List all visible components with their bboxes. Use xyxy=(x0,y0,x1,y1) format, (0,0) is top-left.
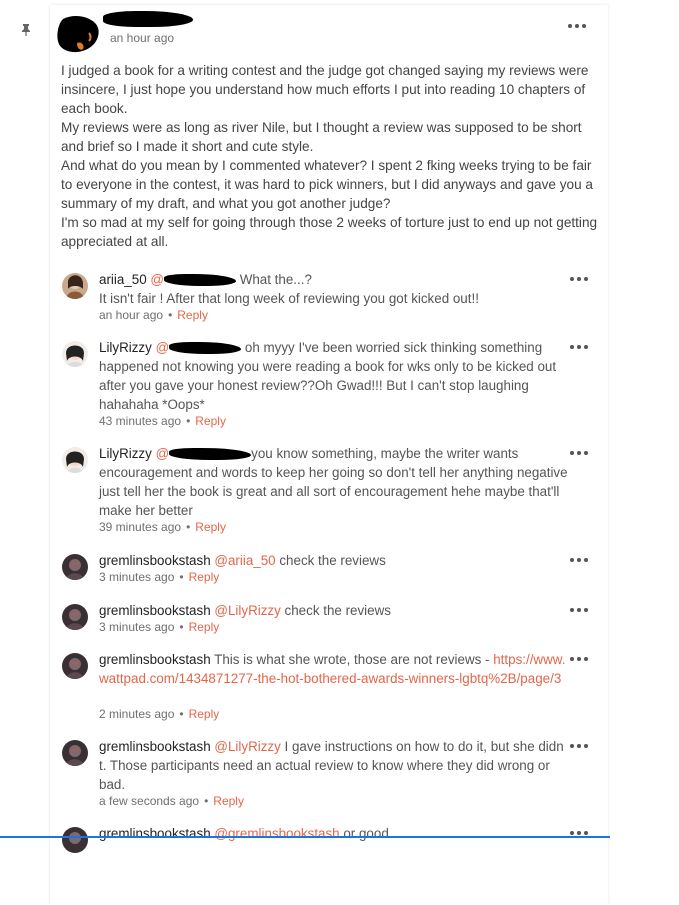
meta-separator: • xyxy=(186,520,191,534)
meta-separator: • xyxy=(186,414,191,428)
avatar[interactable] xyxy=(62,827,88,853)
redacted-mention xyxy=(169,448,252,461)
comment-meta: a few seconds ago • Reply xyxy=(99,794,244,808)
comment-more-options-icon[interactable] xyxy=(570,344,588,350)
comment-text: LilyRizzy @ oh myyy I've been worried si… xyxy=(99,338,569,414)
comment-text: gremlinsbookstash @ariia_50 check the re… xyxy=(99,551,569,570)
comment-mention[interactable]: @LilyRizzy xyxy=(214,739,280,754)
comment-meta: 3 minutes ago • Reply xyxy=(99,570,219,584)
meta-separator: • xyxy=(168,308,173,322)
comment-mention[interactable]: @ xyxy=(150,272,164,287)
comment-body: or good xyxy=(339,826,389,841)
comment-more-options-icon[interactable] xyxy=(570,743,588,749)
comment-username[interactable]: LilyRizzy xyxy=(99,446,152,461)
comment-username[interactable]: gremlinsbookstash xyxy=(99,826,211,841)
comment-meta: 39 minutes ago • Reply xyxy=(99,520,226,534)
comment-username[interactable]: gremlinsbookstash xyxy=(99,739,211,754)
reply-button[interactable]: Reply xyxy=(189,570,220,584)
comment-mention[interactable]: @ariia_50 xyxy=(214,553,275,568)
comment-username[interactable]: gremlinsbookstash xyxy=(99,652,211,667)
comment-body: This is what she wrote, those are not re… xyxy=(210,652,494,667)
comment-meta: 3 minutes ago • Reply xyxy=(99,620,219,634)
comment-text: gremlinsbookstash @LilyRizzy I gave inst… xyxy=(99,737,569,794)
reply-button[interactable]: Reply xyxy=(189,620,220,634)
comment-more-options-icon[interactable] xyxy=(570,450,588,456)
comment-timestamp: a few seconds ago xyxy=(99,794,200,808)
avatar[interactable] xyxy=(62,604,88,630)
reply-button[interactable]: Reply xyxy=(213,794,244,808)
comment-timestamp: 43 minutes ago xyxy=(99,414,182,428)
comment-mention[interactable]: @gremlinsbookstash xyxy=(214,826,339,841)
reply-button[interactable]: Reply xyxy=(195,414,226,428)
comment-text: LilyRizzy @ you know something, maybe the… xyxy=(99,444,569,520)
main-more-options-icon[interactable] xyxy=(568,23,586,29)
comment-text: gremlinsbookstash This is what she wrote… xyxy=(99,650,569,688)
meta-separator: • xyxy=(179,620,184,634)
avatar[interactable] xyxy=(62,653,88,679)
comment-meta: an hour ago • Reply xyxy=(99,308,208,322)
comment-mention[interactable]: @ xyxy=(156,340,170,355)
comment-text: ariia_50 @ What the...? It isn't fair ! … xyxy=(99,270,569,308)
comment-text: gremlinsbookstash @LilyRizzy check the r… xyxy=(99,601,569,620)
meta-separator: • xyxy=(204,794,209,808)
avatar[interactable] xyxy=(62,554,88,580)
comment-timestamp: 39 minutes ago xyxy=(99,520,182,534)
comment-username[interactable]: ariia_50 xyxy=(99,272,147,287)
comment-username[interactable]: LilyRizzy xyxy=(99,340,152,355)
avatar[interactable] xyxy=(62,341,88,367)
comment-body: check the reviews xyxy=(275,553,386,568)
comment-body: check the reviews xyxy=(280,603,391,618)
meta-separator: • xyxy=(179,707,184,721)
avatar[interactable] xyxy=(62,740,88,766)
comment-meta: 2 minutes ago • Reply xyxy=(99,707,219,721)
comment-mention[interactable]: @LilyRizzy xyxy=(214,603,280,618)
main-timestamp: an hour ago xyxy=(110,31,175,45)
comment-text: gremlinsbookstash @gremlinsbookstash or … xyxy=(99,824,569,843)
reply-button[interactable]: Reply xyxy=(189,707,220,721)
comment-username[interactable]: gremlinsbookstash xyxy=(99,603,211,618)
comment-timestamp: 3 minutes ago xyxy=(99,570,175,584)
comment-timestamp: 2 minutes ago xyxy=(99,707,175,721)
comment-more-options-icon[interactable] xyxy=(570,656,588,662)
redacted-mention xyxy=(163,274,236,287)
comment-timestamp: 3 minutes ago xyxy=(99,620,175,634)
comment-body: you know something, maybe the writer wan… xyxy=(99,446,568,518)
main-avatar-redacted xyxy=(57,16,99,53)
avatar[interactable] xyxy=(62,273,88,299)
comment-mention[interactable]: @ xyxy=(156,446,170,461)
comment-meta: 43 minutes ago • Reply xyxy=(99,414,226,428)
pin-icon xyxy=(22,24,30,36)
comment-more-options-icon[interactable] xyxy=(570,557,588,563)
comment-more-options-icon[interactable] xyxy=(570,607,588,613)
meta-separator: • xyxy=(179,570,184,584)
main-username-redacted xyxy=(103,11,193,27)
comment-username[interactable]: gremlinsbookstash xyxy=(99,553,211,568)
reply-button[interactable]: Reply xyxy=(195,520,226,534)
redacted-mention xyxy=(169,342,242,355)
main-post-body: I judged a book for a writing contest an… xyxy=(61,63,598,249)
comment-timestamp: an hour ago xyxy=(99,308,164,322)
reply-button[interactable]: Reply xyxy=(177,308,208,322)
avatar[interactable] xyxy=(62,447,88,473)
comment-more-options-icon[interactable] xyxy=(570,276,588,282)
